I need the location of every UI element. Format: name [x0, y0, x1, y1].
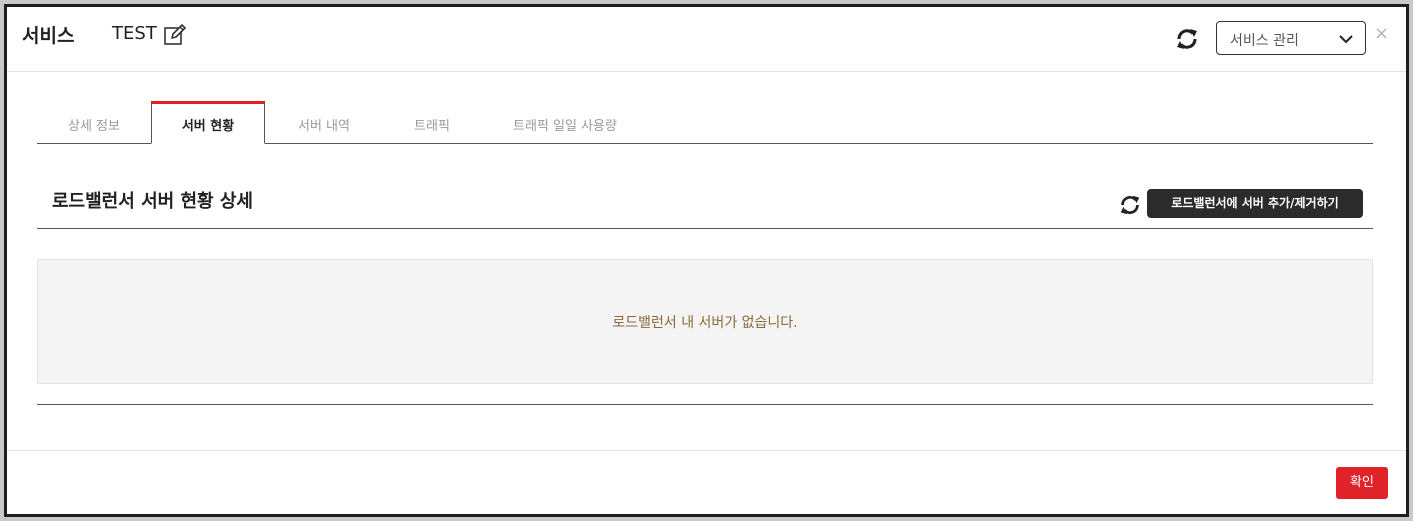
refresh-icon[interactable] [1173, 25, 1201, 53]
tab-server-history[interactable]: 서버 내역 [267, 101, 381, 143]
confirm-button[interactable]: 확인 [1336, 467, 1388, 499]
modal-header: 서비스 TEST 서비스 관리 × [7, 7, 1406, 72]
service-modal: 서비스 TEST 서비스 관리 × 상세 정보 서버 현황 서버 내역 트래픽 … [4, 4, 1409, 517]
service-manage-select-label: 서비스 관리 [1230, 33, 1299, 49]
divider [37, 228, 1373, 229]
section-title: 로드밸런서 서버 현황 상세 [52, 191, 253, 212]
tab-detail-info[interactable]: 상세 정보 [37, 101, 151, 143]
close-button[interactable]: × [1374, 23, 1389, 44]
divider [37, 404, 1373, 405]
tab-server-status[interactable]: 서버 현황 [151, 101, 265, 144]
footer-divider [7, 450, 1406, 451]
add-remove-server-button[interactable]: 로드밸런서에 서버 추가/제거하기 [1147, 189, 1363, 218]
service-name: TEST [112, 23, 157, 44]
tab-daily-traffic[interactable]: 트래픽 일일 사용량 [495, 101, 635, 143]
refresh-icon[interactable] [1117, 192, 1143, 218]
empty-state-box: 로드밸런서 내 서버가 없습니다. [37, 259, 1373, 384]
modal-title: 서비스 [22, 25, 75, 47]
empty-state-message: 로드밸런서 내 서버가 없습니다. [612, 315, 798, 331]
chevron-down-icon [1339, 35, 1353, 44]
tab-traffic[interactable]: 트래픽 [377, 101, 487, 143]
tab-bar: 상세 정보 서버 현황 서버 내역 트래픽 트래픽 일일 사용량 [37, 101, 1373, 144]
edit-icon[interactable] [163, 23, 187, 47]
service-manage-select[interactable]: 서비스 관리 [1216, 21, 1366, 55]
